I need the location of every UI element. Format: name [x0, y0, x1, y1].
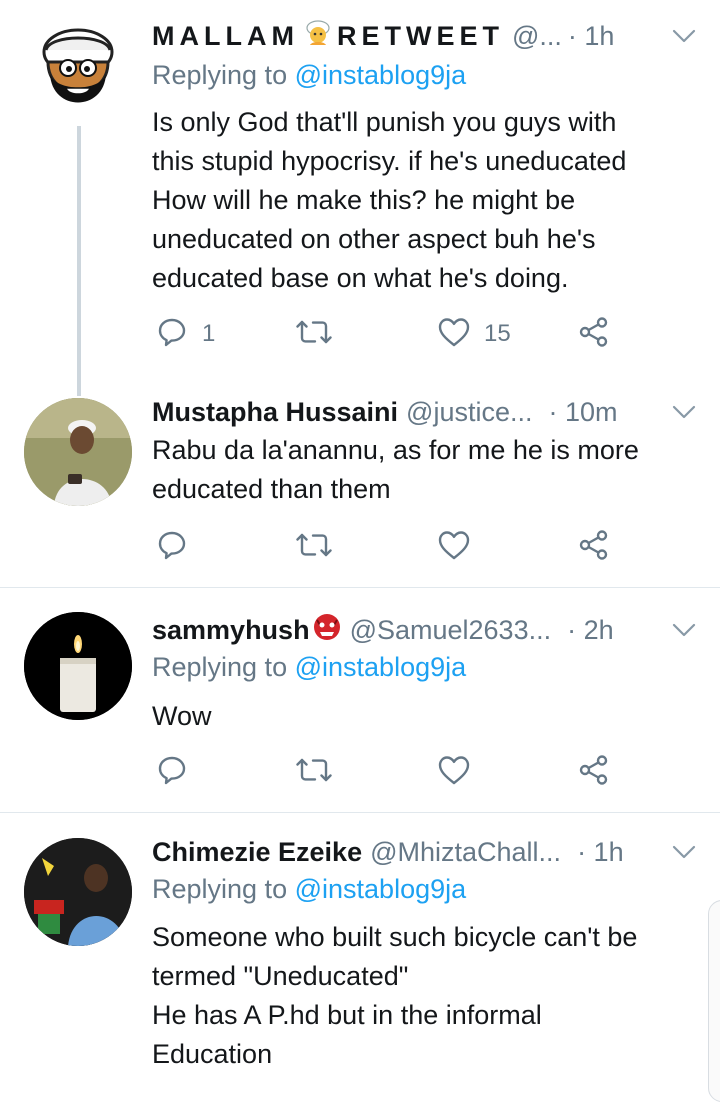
tweet-actions: 1 15	[152, 312, 696, 356]
replying-to-label: Replying to	[152, 60, 288, 90]
tweet-text: Rabu da la'anannu, as for me he is more …	[152, 431, 696, 509]
display-name-suffix[interactable]: RETWEET	[337, 21, 504, 52]
replying-to-mention[interactable]: @instablog9ja	[295, 60, 467, 90]
reply-icon	[156, 529, 188, 566]
display-name[interactable]: Mustapha Hussaini	[152, 397, 398, 428]
chevron-down-icon[interactable]	[660, 622, 696, 638]
avatar[interactable]	[24, 14, 132, 122]
tweet-header: sammyhush @Samuel2633... · 2h	[152, 608, 696, 652]
tweet-text: Is only God that'll punish you guys with…	[152, 103, 696, 298]
chevron-down-icon[interactable]	[660, 28, 696, 44]
timestamp[interactable]: · 1h	[577, 837, 624, 868]
share-button[interactable]	[578, 525, 610, 569]
tweet-text-line: Education	[152, 1039, 273, 1069]
reply-icon	[156, 754, 188, 791]
like-button[interactable]	[438, 750, 470, 794]
display-name[interactable]: Chimezie Ezeike	[152, 837, 362, 868]
reply-count: 1	[202, 320, 216, 347]
tweet-text-line: educated than them	[152, 474, 391, 504]
retweet-icon	[296, 316, 332, 353]
reply-button[interactable]	[156, 750, 188, 794]
tweet-text-line: uneducated on other aspect buh he's	[152, 224, 596, 254]
tweet-text-line: termed "Uneducated"	[152, 961, 409, 991]
tweet-text-line: Is only God that'll punish you guys with	[152, 107, 617, 137]
timestamp[interactable]: · 10m	[549, 397, 618, 428]
replying-to-mention[interactable]: @instablog9ja	[295, 874, 467, 904]
avatar[interactable]	[24, 838, 132, 946]
tweet-text-line: educated base on what he's doing.	[152, 263, 569, 293]
like-icon	[438, 317, 470, 352]
replying-to: Replying to @instablog9ja	[152, 652, 466, 683]
retweet-icon	[296, 754, 332, 791]
retweet-icon	[296, 529, 332, 566]
reply-icon	[156, 316, 188, 353]
like-button[interactable]: 15	[438, 312, 511, 356]
turban-emoji-icon	[303, 18, 333, 55]
avatar[interactable]	[24, 612, 132, 720]
avatar[interactable]	[24, 398, 132, 506]
tweet-mustapha[interactable]: Mustapha Hussaini @justice... · 10m Rabu…	[0, 390, 720, 586]
like-count: 15	[484, 320, 511, 347]
ogre-emoji-icon	[312, 612, 342, 649]
replying-to: Replying to @instablog9ja	[152, 874, 466, 905]
share-button[interactable]	[578, 312, 610, 356]
tweet-text-line: How will he make this? he might be	[152, 185, 576, 215]
user-handle[interactable]: @...	[512, 21, 562, 52]
timestamp[interactable]: · 2h	[567, 615, 614, 646]
retweet-button[interactable]	[296, 525, 332, 569]
share-icon	[578, 529, 610, 566]
share-icon	[578, 316, 610, 353]
retweet-button[interactable]	[296, 750, 332, 794]
retweet-button[interactable]	[296, 312, 332, 356]
user-handle[interactable]: @Samuel2633...	[350, 615, 552, 646]
display-name[interactable]: MALLAM	[152, 21, 299, 52]
replying-to-label: Replying to	[152, 874, 288, 904]
like-button[interactable]	[438, 525, 470, 569]
user-handle[interactable]: @MhiztaChall...	[370, 837, 561, 868]
tweet-text-line: Wow	[152, 701, 212, 731]
display-name[interactable]: sammyhush	[152, 615, 310, 646]
tweet-text-line: this stupid hypocrisy. if he's uneducate…	[152, 146, 627, 176]
replying-to-mention[interactable]: @instablog9ja	[295, 652, 467, 682]
reply-button[interactable]: 1	[156, 312, 215, 356]
tweet-text: Someone who built such bicycle can't be …	[152, 918, 696, 1074]
share-icon	[578, 754, 610, 791]
tweet-mallam[interactable]: MALLAM RETWEET @... · 1h Replying to @in…	[0, 14, 720, 396]
chevron-down-icon[interactable]	[660, 844, 696, 860]
tweet-header: Mustapha Hussaini @justice... · 10m	[152, 390, 696, 434]
tweet-actions	[152, 750, 696, 794]
tweet-actions	[152, 525, 696, 569]
tweet-text-line: Rabu da la'anannu, as for me he is more	[152, 435, 639, 465]
tweet-text-line: Someone who built such bicycle can't be	[152, 922, 638, 952]
tweet-divider	[0, 812, 720, 813]
tweet-text-line: He has A P.hd but in the informal	[152, 1000, 542, 1030]
tweet-sammyhush[interactable]: sammyhush @Samuel2633... · 2h Replying t…	[0, 608, 720, 808]
compose-fab-edge[interactable]	[708, 900, 720, 1102]
replying-to: Replying to @instablog9ja	[152, 60, 466, 91]
tweet-header: Chimezie Ezeike @MhiztaChall... · 1h	[152, 830, 696, 874]
thread-line	[77, 126, 81, 396]
chevron-down-icon[interactable]	[660, 404, 696, 420]
reply-button[interactable]	[156, 525, 188, 569]
tweet-divider	[0, 587, 720, 588]
tweet-text: Wow	[152, 697, 696, 736]
tweet-chimezie[interactable]: Chimezie Ezeike @MhiztaChall... · 1h Rep…	[0, 830, 720, 1095]
like-icon	[438, 755, 470, 790]
share-button[interactable]	[578, 750, 610, 794]
user-handle[interactable]: @justice...	[406, 397, 532, 428]
timestamp[interactable]: · 1h	[568, 21, 615, 52]
like-icon	[438, 530, 470, 565]
tweet-header: MALLAM RETWEET @... · 1h	[152, 14, 696, 58]
replying-to-label: Replying to	[152, 652, 288, 682]
